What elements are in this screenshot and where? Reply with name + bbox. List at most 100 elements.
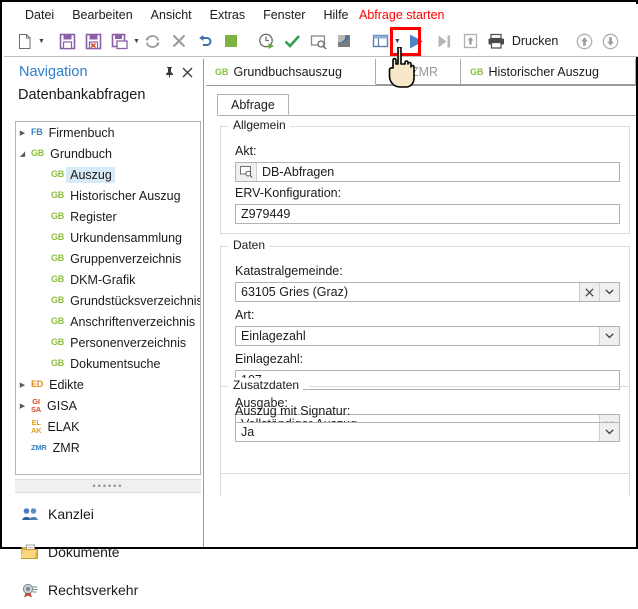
group-zusatzdaten: Zusatzdaten Auszug mit Signatur: Ja	[220, 378, 630, 496]
form-tab-strip: Abfrage	[217, 94, 636, 116]
save-copy-icon[interactable]	[107, 28, 133, 54]
tree-item-firmenbuch[interactable]: ▶ FB Firmenbuch	[16, 122, 200, 143]
group-border-right	[267, 246, 629, 247]
nav-kanzlei[interactable]: Kanzlei	[6, 495, 204, 533]
auszug-mit-signatur-combo[interactable]: Ja	[235, 422, 620, 442]
nav-item-label: Kanzlei	[48, 506, 94, 522]
step-forward-icon[interactable]	[432, 28, 458, 54]
tree-item-zmr[interactable]: ZMR ZMR	[16, 437, 200, 458]
layout-panel-dropdown-caret-icon[interactable]: ▼	[394, 38, 401, 45]
chevron-down-icon[interactable]	[599, 423, 619, 441]
tree-item-gruppenverzeichnis[interactable]: GB Gruppenverzeichnis	[16, 248, 200, 269]
tree-item-label: ELAK	[47, 419, 80, 434]
pin-icon[interactable]	[160, 63, 178, 81]
label-katastralgemeinde: Katastralgemeinde:	[235, 264, 343, 278]
save-copy-dropdown-caret-icon[interactable]: ▼	[133, 38, 140, 45]
badge-gb: GB	[51, 295, 65, 305]
chevron-right-icon[interactable]: ▶	[16, 381, 29, 389]
chevron-right-icon[interactable]: ▶	[16, 402, 29, 410]
tree-item-personenverzeichnis[interactable]: GB Personenverzeichnis	[16, 332, 200, 353]
nav-dokumente[interactable]: Dokumente	[6, 533, 204, 571]
arrow-up-circle-icon[interactable]	[571, 28, 597, 54]
close-red-icon[interactable]	[633, 28, 638, 54]
group-border-right	[284, 126, 629, 127]
tab-historischer-auszug[interactable]: GB Historischer Auszug	[461, 59, 636, 85]
nav-rechtsverkehr[interactable]: Rechtsverkehr	[6, 571, 204, 609]
badge-gb: GB	[51, 274, 65, 284]
label-auszug-mit-signatur: Auszug mit Signatur:	[235, 404, 351, 418]
delete-x-icon[interactable]	[166, 28, 192, 54]
tree-item-anschriftenverzeichnis[interactable]: GB Anschriftenverzeichnis	[16, 311, 200, 332]
printer-icon[interactable]	[484, 28, 510, 54]
menu-extras[interactable]: Extras	[201, 6, 254, 24]
tree-item-label: Register	[70, 209, 117, 224]
chevron-right-icon[interactable]: ▶	[16, 129, 29, 137]
close-icon[interactable]	[178, 63, 196, 81]
erv-konfiguration-field[interactable]: Z979449	[235, 204, 620, 224]
clear-icon[interactable]	[579, 283, 599, 301]
menu-bar: Datei Bearbeiten Ansicht Extras Fenster …	[4, 4, 638, 26]
tree-item-label: Grundstücksverzeichnis	[70, 293, 201, 308]
tree-item-grundbuch[interactable]: ◢ GB Grundbuch	[16, 143, 200, 164]
badge-gb: GB	[51, 253, 65, 263]
toolbar: ▼ ▼ ▼ Drucken	[4, 26, 638, 57]
query-form-panel: Abfrage Allgemein Akt: DB-Abfragen ERV-K…	[217, 94, 636, 544]
menu-fenster[interactable]: Fenster	[254, 6, 314, 24]
tree-item-historischer-auszug[interactable]: GB Historischer Auszug	[16, 185, 200, 206]
search-box-icon[interactable]	[236, 163, 257, 181]
tab-abfrage[interactable]: Abfrage	[217, 94, 289, 115]
tab-grundbuchsauszug[interactable]: GB Grundbuchsauszug	[206, 59, 376, 85]
tree-item-label: Gruppenverzeichnis	[70, 251, 182, 266]
stop-square-icon[interactable]	[218, 28, 244, 54]
document-tab-strip: GB Grundbuchsauszug ZMR GB Historischer …	[206, 59, 636, 86]
database-query-tree[interactable]: ▶ FB Firmenbuch ◢ GB Grundbuch GB Auszug…	[15, 121, 201, 475]
tree-item-gisa[interactable]: ▶ GI SA GISA	[16, 395, 200, 416]
badge-gb: GB	[51, 316, 65, 326]
save-icon[interactable]	[55, 28, 81, 54]
check-icon[interactable]	[280, 28, 306, 54]
chevron-down-icon[interactable]: ◢	[16, 150, 29, 158]
upload-icon[interactable]	[458, 28, 484, 54]
tree-item-dokumentsuche[interactable]: GB Dokumentsuche	[16, 353, 200, 374]
group-border-right	[309, 386, 629, 387]
undo-icon[interactable]	[192, 28, 218, 54]
preview-search-icon[interactable]	[306, 28, 332, 54]
print-button-label[interactable]: Drucken	[512, 34, 559, 48]
new-document-icon[interactable]	[12, 28, 38, 54]
menu-hilfe[interactable]: Hilfe	[314, 6, 357, 24]
panel-splitter[interactable]: ••••••	[15, 479, 201, 493]
export-icon[interactable]	[332, 28, 358, 54]
group-border-left	[221, 126, 228, 127]
refresh-icon[interactable]	[140, 28, 166, 54]
tree-item-edikte[interactable]: ▶ ED Edikte	[16, 374, 200, 395]
menu-ansicht[interactable]: Ansicht	[142, 6, 201, 24]
tree-item-urkundensammlung[interactable]: GB Urkundensammlung	[16, 227, 200, 248]
tree-item-label: Historischer Auszug	[70, 188, 181, 203]
chevron-down-icon[interactable]	[599, 327, 619, 345]
new-document-dropdown-caret-icon[interactable]: ▼	[38, 38, 45, 45]
folder-document-icon	[20, 543, 40, 561]
menu-datei[interactable]: Datei	[16, 6, 63, 24]
tree-item-grundstuecksverzeichnis[interactable]: GB Grundstücksverzeichnis	[16, 290, 200, 311]
badge-gb: GB	[51, 358, 65, 368]
run-query-play-icon[interactable]	[401, 28, 432, 54]
badge-gisa: GI SA	[31, 397, 42, 414]
akt-field[interactable]: DB-Abfragen	[235, 162, 620, 182]
group-legend-daten: Daten	[229, 238, 270, 252]
art-combo[interactable]: Einlagezahl	[235, 326, 620, 346]
tab-label: Historischer Auszug	[488, 64, 599, 79]
save-delete-icon[interactable]	[81, 28, 107, 54]
tab-zmr[interactable]: ZMR	[376, 59, 461, 85]
chevron-down-icon[interactable]	[599, 283, 619, 301]
tree-item-register[interactable]: GB Register	[16, 206, 200, 227]
tree-item-auszug[interactable]: GB Auszug	[16, 164, 200, 185]
tree-item-elak[interactable]: EL AK ELAK	[16, 416, 200, 437]
layout-panel-icon[interactable]	[368, 28, 394, 54]
badge-gb: GB	[51, 232, 65, 242]
menu-bearbeiten[interactable]: Bearbeiten	[63, 6, 141, 24]
katastralgemeinde-combo[interactable]: 63105 Gries (Graz)	[235, 282, 620, 302]
arrow-down-circle-icon[interactable]	[597, 28, 623, 54]
tree-item-dkm-grafik[interactable]: GB DKM-Grafik	[16, 269, 200, 290]
history-clock-icon[interactable]	[254, 28, 280, 54]
seal-stamp-icon	[20, 581, 40, 599]
